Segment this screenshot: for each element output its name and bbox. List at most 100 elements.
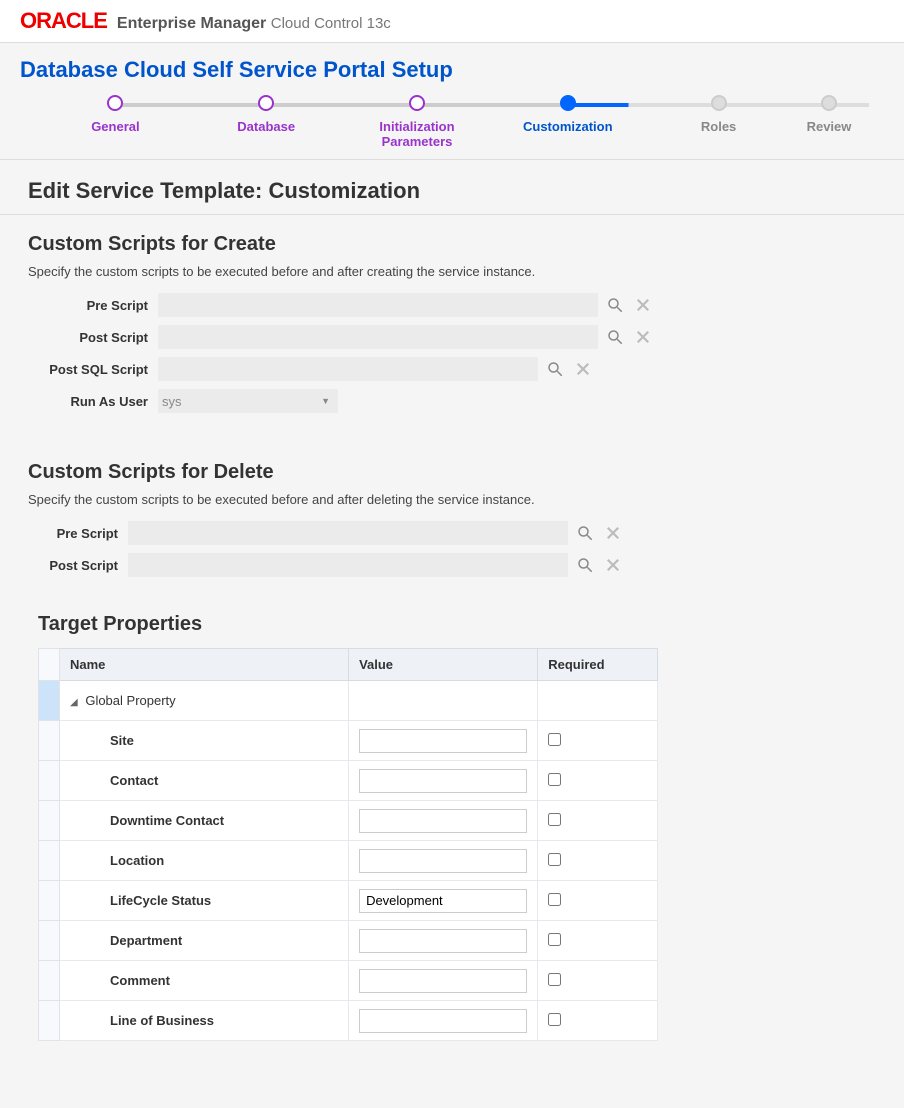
delete-scripts-title: Custom Scripts for Delete [28,461,876,484]
pre-script-search-button[interactable] [604,294,626,316]
pre-script-label: Pre Script [28,298,158,313]
row-handle[interactable] [39,681,60,721]
property-value-input[interactable] [359,1009,527,1033]
magnifier-icon [576,524,594,542]
property-value-cell [349,761,538,801]
property-value-input[interactable] [359,849,527,873]
property-required-cell [538,801,658,841]
pre-script-clear-button[interactable] [632,294,654,316]
row-handle[interactable] [39,841,60,881]
section-heading: Edit Service Template: Customization [0,160,904,215]
delete-post-script-search-button[interactable] [574,554,596,576]
train-step-initialization-parameters[interactable]: InitializationParameters [342,95,493,149]
property-row: Comment [39,961,658,1001]
train-step-label: Review [807,119,852,134]
collapse-icon[interactable]: ◢ [70,697,78,708]
property-required-cell [538,761,658,801]
property-value-input[interactable] [359,889,527,913]
app-title-sub: Cloud Control 13c [271,15,391,32]
row-handle[interactable] [39,1001,60,1041]
property-required-checkbox[interactable] [548,853,561,866]
close-icon [634,296,652,314]
post-sql-script-search-button[interactable] [544,358,566,380]
row-handle[interactable] [39,721,60,761]
train-circle-icon [107,95,123,111]
property-value-cell [349,801,538,841]
row-handle[interactable] [39,881,60,921]
pre-script-input[interactable] [158,293,598,317]
property-value-input[interactable] [359,929,527,953]
create-scripts-desc: Specify the custom scripts to be execute… [28,264,876,279]
oracle-logo: ORACLE [20,8,107,34]
group-row-value [349,681,538,721]
run-as-user-label: Run As User [28,394,158,409]
delete-pre-script-search-button[interactable] [574,522,596,544]
train-step-label: Roles [701,119,736,134]
app-header: ORACLE Enterprise Manager Cloud Control … [0,0,904,43]
post-script-input[interactable] [158,325,598,349]
property-required-checkbox[interactable] [548,773,561,786]
train-step-general[interactable]: General [40,95,191,134]
train-step-label: General [91,119,139,134]
property-value-input[interactable] [359,969,527,993]
property-value-input[interactable] [359,809,527,833]
page-title: Database Cloud Self Service Portal Setup [0,43,904,89]
post-sql-script-input[interactable] [158,357,538,381]
property-required-checkbox[interactable] [548,1013,561,1026]
property-required-checkbox[interactable] [548,813,561,826]
property-required-checkbox[interactable] [548,733,561,746]
row-handle[interactable] [39,761,60,801]
group-row-name[interactable]: ◢ Global Property [60,681,349,721]
delete-post-script-row: Post Script [0,553,876,577]
property-required-cell [538,721,658,761]
property-required-checkbox[interactable] [548,973,561,986]
delete-post-script-clear-button[interactable] [602,554,624,576]
property-required-cell [538,841,658,881]
close-icon [634,328,652,346]
property-value-cell [349,841,538,881]
property-value-input[interactable] [359,729,527,753]
property-name: Department [60,921,349,961]
train-step-roles: Roles [643,95,794,134]
pre-script-row: Pre Script [28,293,876,317]
delete-post-script-input[interactable] [128,553,568,577]
property-value-cell [349,961,538,1001]
property-name: Contact [60,761,349,801]
row-handle[interactable] [39,961,60,1001]
train-step-label: Customization [523,119,613,134]
table-handle-header [39,649,60,681]
property-name: Downtime Contact [60,801,349,841]
close-icon [604,556,622,574]
property-value-cell [349,721,538,761]
delete-pre-script-label: Pre Script [0,526,128,541]
property-required-checkbox[interactable] [548,893,561,906]
run-as-user-select[interactable]: sys [158,389,338,413]
property-required-checkbox[interactable] [548,933,561,946]
post-script-search-button[interactable] [604,326,626,348]
row-handle[interactable] [39,801,60,841]
property-name: Line of Business [60,1001,349,1041]
property-row: Site [39,721,658,761]
run-as-user-row: Run As User sys ▼ [28,389,876,413]
delete-pre-script-clear-button[interactable] [602,522,624,544]
train-step-customization[interactable]: Customization [492,95,643,134]
target-properties-table: Name Value Required ◢ Global PropertySit… [38,648,658,1041]
post-sql-script-label: Post SQL Script [28,362,158,377]
column-header-required[interactable]: Required [538,649,658,681]
delete-pre-script-input[interactable] [128,521,568,545]
property-required-cell [538,921,658,961]
train-step-database[interactable]: Database [191,95,342,134]
app-title-main: Enterprise Manager [117,15,266,32]
property-value-cell [349,1001,538,1041]
property-row: Location [39,841,658,881]
delete-scripts-desc: Specify the custom scripts to be execute… [28,492,876,507]
post-sql-script-row: Post SQL Script [28,357,876,381]
row-handle[interactable] [39,921,60,961]
column-header-name[interactable]: Name [60,649,349,681]
post-sql-script-clear-button[interactable] [572,358,594,380]
post-script-clear-button[interactable] [632,326,654,348]
property-value-cell [349,881,538,921]
property-row: Department [39,921,658,961]
property-value-input[interactable] [359,769,527,793]
column-header-value[interactable]: Value [349,649,538,681]
